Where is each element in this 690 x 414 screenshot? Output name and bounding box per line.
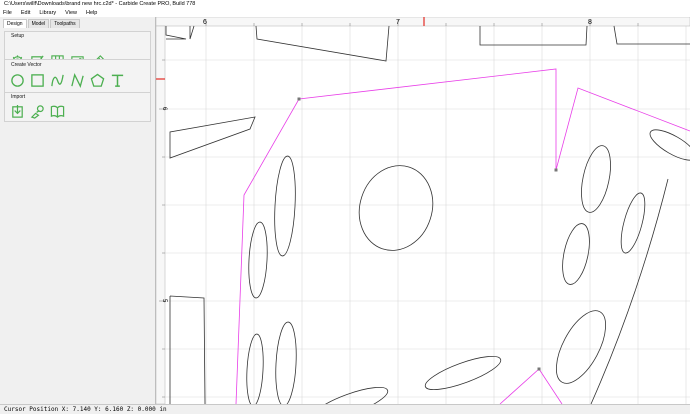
status-bar: Cursor Position X: 7.140 Y: 6.160 Z: 0.0… [0,404,690,414]
create-vector-title: Create Vector [11,62,42,68]
cursor-position-readout: Cursor Position X: 7.140 Y: 6.160 Z: 0.0… [4,406,167,413]
ruler-label-x8: 8 [588,19,592,26]
left-panel: Design Model Toolpaths Setup Create Vect… [0,17,156,404]
tab-toolpaths[interactable]: Toolpaths [50,19,80,28]
import-file-icon[interactable] [9,103,26,120]
curve-icon[interactable] [49,72,66,89]
tab-design[interactable]: Design [3,19,27,28]
text-icon[interactable] [109,72,126,89]
tab-model[interactable]: Model [27,19,50,28]
create-vector-section: Create Vector [4,59,151,93]
node-1 [297,97,301,101]
import-title: Import [11,94,26,100]
import-shapes-icon[interactable] [29,103,46,120]
menu-help[interactable]: Help [86,10,97,16]
setup-title: Setup [11,33,25,39]
canvas-drawing[interactable]: 6 7 8 6 5 [155,16,690,414]
polyline-icon[interactable] [69,72,86,89]
menu-view[interactable]: View [65,10,77,16]
node-2 [554,168,558,172]
circle-icon[interactable] [9,72,26,89]
ruler-label-x6: 6 [203,19,207,26]
polygon-icon[interactable] [89,72,106,89]
panel-tabs: Design Model Toolpaths [3,19,155,28]
menu-edit[interactable]: Edit [21,10,30,16]
node-3 [537,367,541,371]
rectangle-icon[interactable] [29,72,46,89]
ruler-label-x7: 7 [396,19,400,26]
import-section: Import [4,92,151,122]
menu-file[interactable]: File [3,10,12,16]
left-ruler [155,25,166,405]
create-vector-icons [9,72,129,89]
top-ruler [155,16,690,27]
menu-bar: File Edit Library View Help [0,8,690,17]
menu-library[interactable]: Library [39,10,56,16]
import-icons [9,103,69,120]
library-book-icon[interactable] [49,103,66,120]
window-title: C:\Users\willf\Downloads\brand new hrc.c… [0,0,690,8]
design-canvas[interactable]: 6 7 8 6 5 [155,16,690,414]
